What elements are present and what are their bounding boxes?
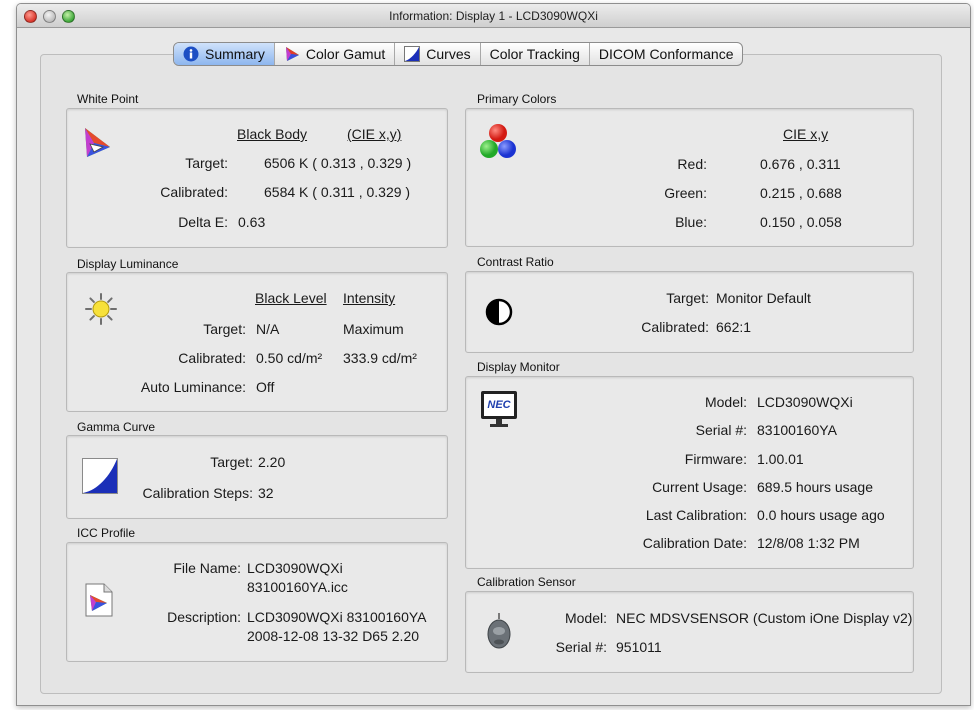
monitor-serial-value: 83100160YA <box>757 422 837 438</box>
icc-profile-title: ICC Profile <box>77 526 136 540</box>
primary-red-label: Red: <box>677 156 707 172</box>
display-luminance-title: Display Luminance <box>77 257 179 271</box>
white-point-col-cie: (CIE x,y) <box>347 126 402 142</box>
monitor-model-label: Model: <box>704 394 747 410</box>
calibration-sensor-title: Calibration Sensor <box>477 575 576 589</box>
tab-curves-label: Curves <box>426 46 471 62</box>
white-point-col-black-body: Black Body <box>237 126 308 142</box>
monitor-firmware-label: Firmware: <box>684 451 747 467</box>
monitor-usage-label: Current Usage: <box>652 479 747 495</box>
luminance-col-intensity: Intensity <box>343 290 396 306</box>
calibration-sensor-panel: Model: NEC MDSVSENSOR (Custom iOne Displ… <box>465 591 914 673</box>
luminance-calibrated-label: Calibrated: <box>178 350 246 366</box>
monitor-last-calibration-label: Last Calibration: <box>645 507 747 523</box>
luminance-auto-value: Off <box>256 379 275 395</box>
gamma-curve-icon <box>82 458 118 494</box>
icc-desc-line1: LCD3090WQXi 83100160YA <box>247 609 427 625</box>
white-point-target-value: 6506 K ( 0.313 , 0.329 ) <box>264 155 412 171</box>
contrast-target-label: Target: <box>666 290 709 306</box>
icc-file-label: File Name: <box>173 560 241 576</box>
white-point-target-label: Target: <box>185 155 228 171</box>
sensor-icon <box>487 613 511 649</box>
contrast-calibrated-label: Calibrated: <box>641 319 709 335</box>
contrast-icon <box>485 298 513 326</box>
gamma-target-value: 2.20 <box>258 454 286 470</box>
luminance-col-black-level: Black Level <box>255 290 327 306</box>
white-point-calibrated-value: 6584 K ( 0.311 , 0.329 ) <box>264 184 411 200</box>
window-title: Information: Display 1 - LCD3090WQXi <box>389 9 598 23</box>
luminance-calibrated-black: 0.50 cd/m² <box>256 350 323 366</box>
display-luminance-panel: Black Level Intensity Target: N/A Maximu… <box>66 272 448 412</box>
tab-dicom-conformance-label: DICOM Conformance <box>598 46 734 62</box>
icc-desc-line2: 2008-12-08 13-32 D65 2.20 <box>247 628 420 644</box>
tab-color-tracking-label: Color Tracking <box>489 46 580 62</box>
tab-color-gamut-label: Color Gamut <box>305 46 386 62</box>
rgb-primaries-icon <box>480 124 516 158</box>
summary-content: White Point Black Body (CIE x,y) Target:… <box>40 54 942 694</box>
tab-color-gamut[interactable]: Color Gamut <box>275 43 396 65</box>
monitor-firmware-value: 1.00.01 <box>757 451 804 467</box>
gamma-steps-label: Calibration Steps: <box>142 485 253 501</box>
monitor-calibration-date-value: 12/8/08 1:32 PM <box>757 535 860 551</box>
white-point-calibrated-label: Calibrated: <box>160 184 228 200</box>
contrast-target-value: Monitor Default <box>716 290 811 306</box>
primary-colors-title: Primary Colors <box>477 92 557 106</box>
gamma-steps-value: 32 <box>258 485 274 501</box>
luminance-auto-label: Auto Luminance: <box>140 379 246 395</box>
curves-icon <box>404 46 421 62</box>
gamma-curve-title: Gamma Curve <box>77 420 156 434</box>
luminance-calibrated-intensity: 333.9 cd/m² <box>343 350 417 366</box>
primary-red-value: 0.676 , 0.311 <box>760 156 841 172</box>
contrast-calibrated-value: 662:1 <box>716 319 752 335</box>
monitor-last-calibration-value: 0.0 hours usage ago <box>757 507 885 523</box>
tab-bar: Summary Color Gamut Curves Color Trackin… <box>173 42 744 66</box>
info-window: Information: Display 1 - LCD3090WQXi Sum… <box>16 3 971 706</box>
monitor-serial-label: Serial #: <box>695 422 747 438</box>
luminance-target-black: N/A <box>256 321 280 337</box>
primary-col-cie: CIE x,y <box>783 126 829 142</box>
icc-file-line2: 83100160YA.icc <box>247 579 348 595</box>
sensor-model-value: NEC MDSVSENSOR (Custom iOne Display v2) <box>616 610 913 626</box>
nec-monitor-icon: NEC <box>481 391 517 429</box>
title-bar: Information: Display 1 - LCD3090WQXi <box>17 4 970 28</box>
white-point-delta-value: 0.63 <box>238 214 266 230</box>
contrast-ratio-panel: Target: Monitor Default Calibrated: 662:… <box>465 271 914 353</box>
color-gamut-icon <box>285 47 299 61</box>
tab-dicom-conformance[interactable]: DICOM Conformance <box>590 43 743 65</box>
white-point-delta-label: Delta E: <box>178 214 228 230</box>
sensor-model-label: Model: <box>564 610 607 626</box>
primary-blue-value: 0.150 , 0.058 <box>760 214 842 230</box>
sensor-serial-value: 951011 <box>616 639 662 655</box>
contrast-ratio-title: Contrast Ratio <box>477 255 554 269</box>
icc-file-line1: LCD3090WQXi <box>247 560 343 576</box>
icc-desc-label: Description: <box>167 609 241 625</box>
white-point-title: White Point <box>77 92 139 106</box>
icc-profile-panel: File Name: LCD3090WQXi 83100160YA.icc De… <box>66 542 448 662</box>
icc-file-icon <box>85 583 113 617</box>
display-monitor-title: Display Monitor <box>477 360 560 374</box>
primary-green-label: Green: <box>664 185 707 201</box>
display-monitor-panel: NEC Model: LCD3090WQXi Serial #: 8310016… <box>465 376 914 569</box>
monitor-model-value: LCD3090WQXi <box>757 394 853 410</box>
tab-summary[interactable]: Summary <box>174 43 275 65</box>
primary-green-value: 0.215 , 0.688 <box>760 185 842 201</box>
sensor-serial-label: Serial #: <box>555 639 607 655</box>
tab-summary-label: Summary <box>205 46 265 62</box>
primary-colors-panel: CIE x,y Red: 0.676 , 0.311 Green: 0.215 … <box>465 108 914 247</box>
info-icon <box>183 46 199 62</box>
gamma-target-label: Target: <box>210 454 253 470</box>
tab-curves[interactable]: Curves <box>395 43 481 65</box>
nec-brand-text: NEC <box>484 394 514 416</box>
monitor-calibration-date-label: Calibration Date: <box>642 535 747 551</box>
monitor-usage-value: 689.5 hours usage <box>757 479 873 495</box>
luminance-target-label: Target: <box>203 321 246 337</box>
gamma-curve-panel: Target: 2.20 Calibration Steps: 32 <box>66 435 448 519</box>
color-gamut-icon <box>85 128 110 157</box>
primary-blue-label: Blue: <box>675 214 707 230</box>
tab-color-tracking[interactable]: Color Tracking <box>481 43 590 65</box>
white-point-panel: Black Body (CIE x,y) Target: 6506 K ( 0.… <box>66 108 448 248</box>
sun-icon <box>85 293 117 325</box>
luminance-target-intensity: Maximum <box>343 321 404 337</box>
